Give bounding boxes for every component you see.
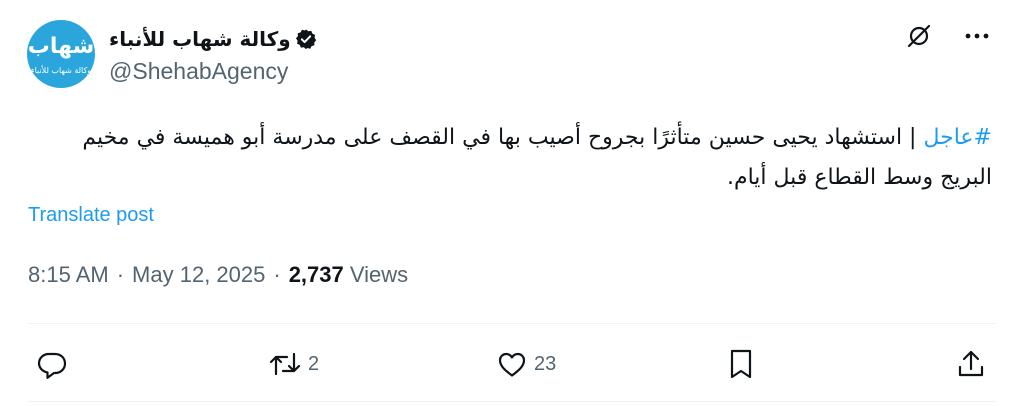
author-name-row: وكالة شهاب للأنباء	[109, 24, 317, 54]
post-time[interactable]: 8:15 AM	[28, 262, 109, 288]
author-handle[interactable]: @ShehabAgency	[109, 58, 288, 85]
translate-post-link[interactable]: Translate post	[28, 204, 154, 227]
action-bar: 2 23	[0, 343, 1024, 385]
avatar-logo-mark: شهاب	[27, 34, 95, 59]
post-text: #عاجل | استشهاد يحيى حسين متأثرًا بجروح …	[32, 118, 992, 198]
verified-badge-icon[interactable]	[295, 28, 317, 50]
post-date[interactable]: May 12, 2025	[132, 262, 265, 288]
post-hashtag[interactable]: #عاجل	[923, 125, 992, 150]
reply-button[interactable]	[36, 343, 74, 385]
post-meta: 8:15 AM · May 12, 2025 · 2,737 Views	[28, 262, 408, 288]
avatar-logo-caption: وكالة شهاب للأنباء	[30, 66, 92, 75]
like-button[interactable]: 23	[496, 343, 556, 385]
avatar[interactable]: شهاب وكالة شهاب للأنباء	[27, 20, 95, 88]
repost-icon	[269, 352, 301, 376]
like-count: 23	[534, 352, 557, 375]
author-display-name[interactable]: وكالة شهاب للأنباء	[109, 27, 291, 51]
grok-icon[interactable]	[905, 22, 933, 50]
like-icon	[498, 352, 526, 377]
divider	[28, 401, 996, 402]
views-label: Views	[349, 262, 409, 287]
post-body: | استشهاد يحيى حسين متأثرًا بجروح أصيب ب…	[82, 125, 992, 190]
repost-button[interactable]: 2	[268, 343, 319, 385]
divider	[28, 323, 996, 324]
bookmark-icon	[730, 349, 752, 379]
more-icon[interactable]	[963, 22, 991, 50]
views-count: 2,737	[288, 262, 344, 287]
meta-separator: ·	[116, 262, 125, 287]
reply-icon	[37, 352, 67, 379]
bookmark-button[interactable]	[727, 343, 755, 385]
post-top-actions	[905, 22, 991, 50]
meta-separator: ·	[273, 262, 281, 287]
repost-count: 2	[308, 352, 320, 375]
share-icon	[958, 350, 984, 377]
share-button[interactable]	[955, 343, 987, 385]
